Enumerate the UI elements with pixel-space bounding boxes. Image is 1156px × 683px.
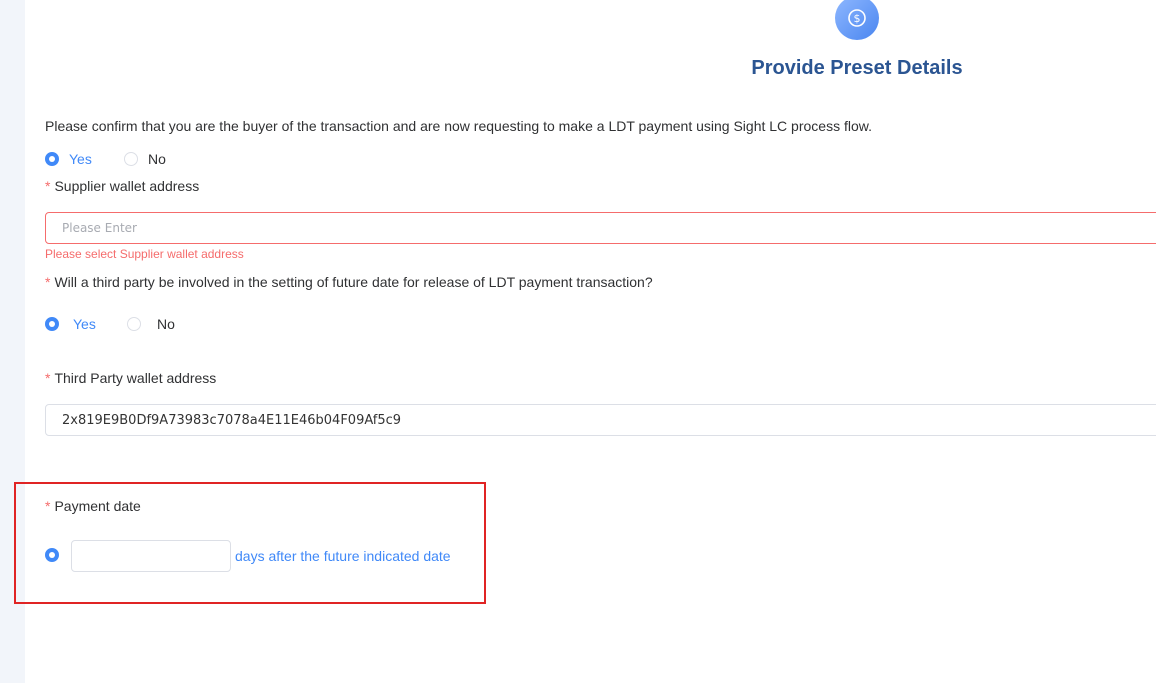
third-party-question-text: Will a third party be involved in the se… <box>54 274 653 290</box>
third-party-question: * Will a third party be involved in the s… <box>45 274 653 290</box>
third-party-wallet-input[interactable] <box>45 404 1156 436</box>
payment-date-label-text: Payment date <box>54 498 141 514</box>
radio-dot <box>124 152 138 166</box>
supplier-wallet-label: * Supplier wallet address <box>45 178 199 194</box>
third-party-yes-radio[interactable]: Yes <box>45 316 96 332</box>
supplier-wallet-label-text: Supplier wallet address <box>54 178 200 194</box>
third-party-wallet-label: * Third Party wallet address <box>45 370 216 386</box>
radio-label-no: No <box>157 316 175 332</box>
buyer-confirm-no-radio[interactable]: No <box>124 151 166 167</box>
payment-date-label: * Payment date <box>45 498 141 514</box>
payment-date-radio[interactable] <box>45 548 59 562</box>
buyer-confirm-yes-radio[interactable]: Yes <box>45 151 92 167</box>
radio-dot <box>45 548 59 562</box>
dollar-exchange-icon: $ <box>835 0 879 40</box>
required-mark: * <box>45 370 51 386</box>
page-title: Provide Preset Details <box>751 57 963 79</box>
third-party-no-radio[interactable]: No <box>127 316 175 332</box>
radio-label-yes: Yes <box>73 316 96 332</box>
radio-label-yes: Yes <box>69 151 92 167</box>
svg-text:$: $ <box>854 12 861 25</box>
payment-days-suffix: days after the future indicated date <box>235 548 451 564</box>
buyer-confirm-question: Please confirm that you are the buyer of… <box>45 118 872 134</box>
third-party-wallet-label-text: Third Party wallet address <box>54 370 217 386</box>
radio-dot <box>45 317 59 331</box>
supplier-wallet-error: Please select Supplier wallet address <box>45 247 244 261</box>
radio-dot <box>127 317 141 331</box>
radio-label-no: No <box>148 151 166 167</box>
radio-dot <box>45 152 59 166</box>
supplier-wallet-input[interactable] <box>45 212 1156 244</box>
required-mark: * <box>45 178 51 194</box>
payment-days-input[interactable] <box>71 540 231 572</box>
required-mark: * <box>45 498 51 514</box>
required-mark: * <box>45 274 51 290</box>
